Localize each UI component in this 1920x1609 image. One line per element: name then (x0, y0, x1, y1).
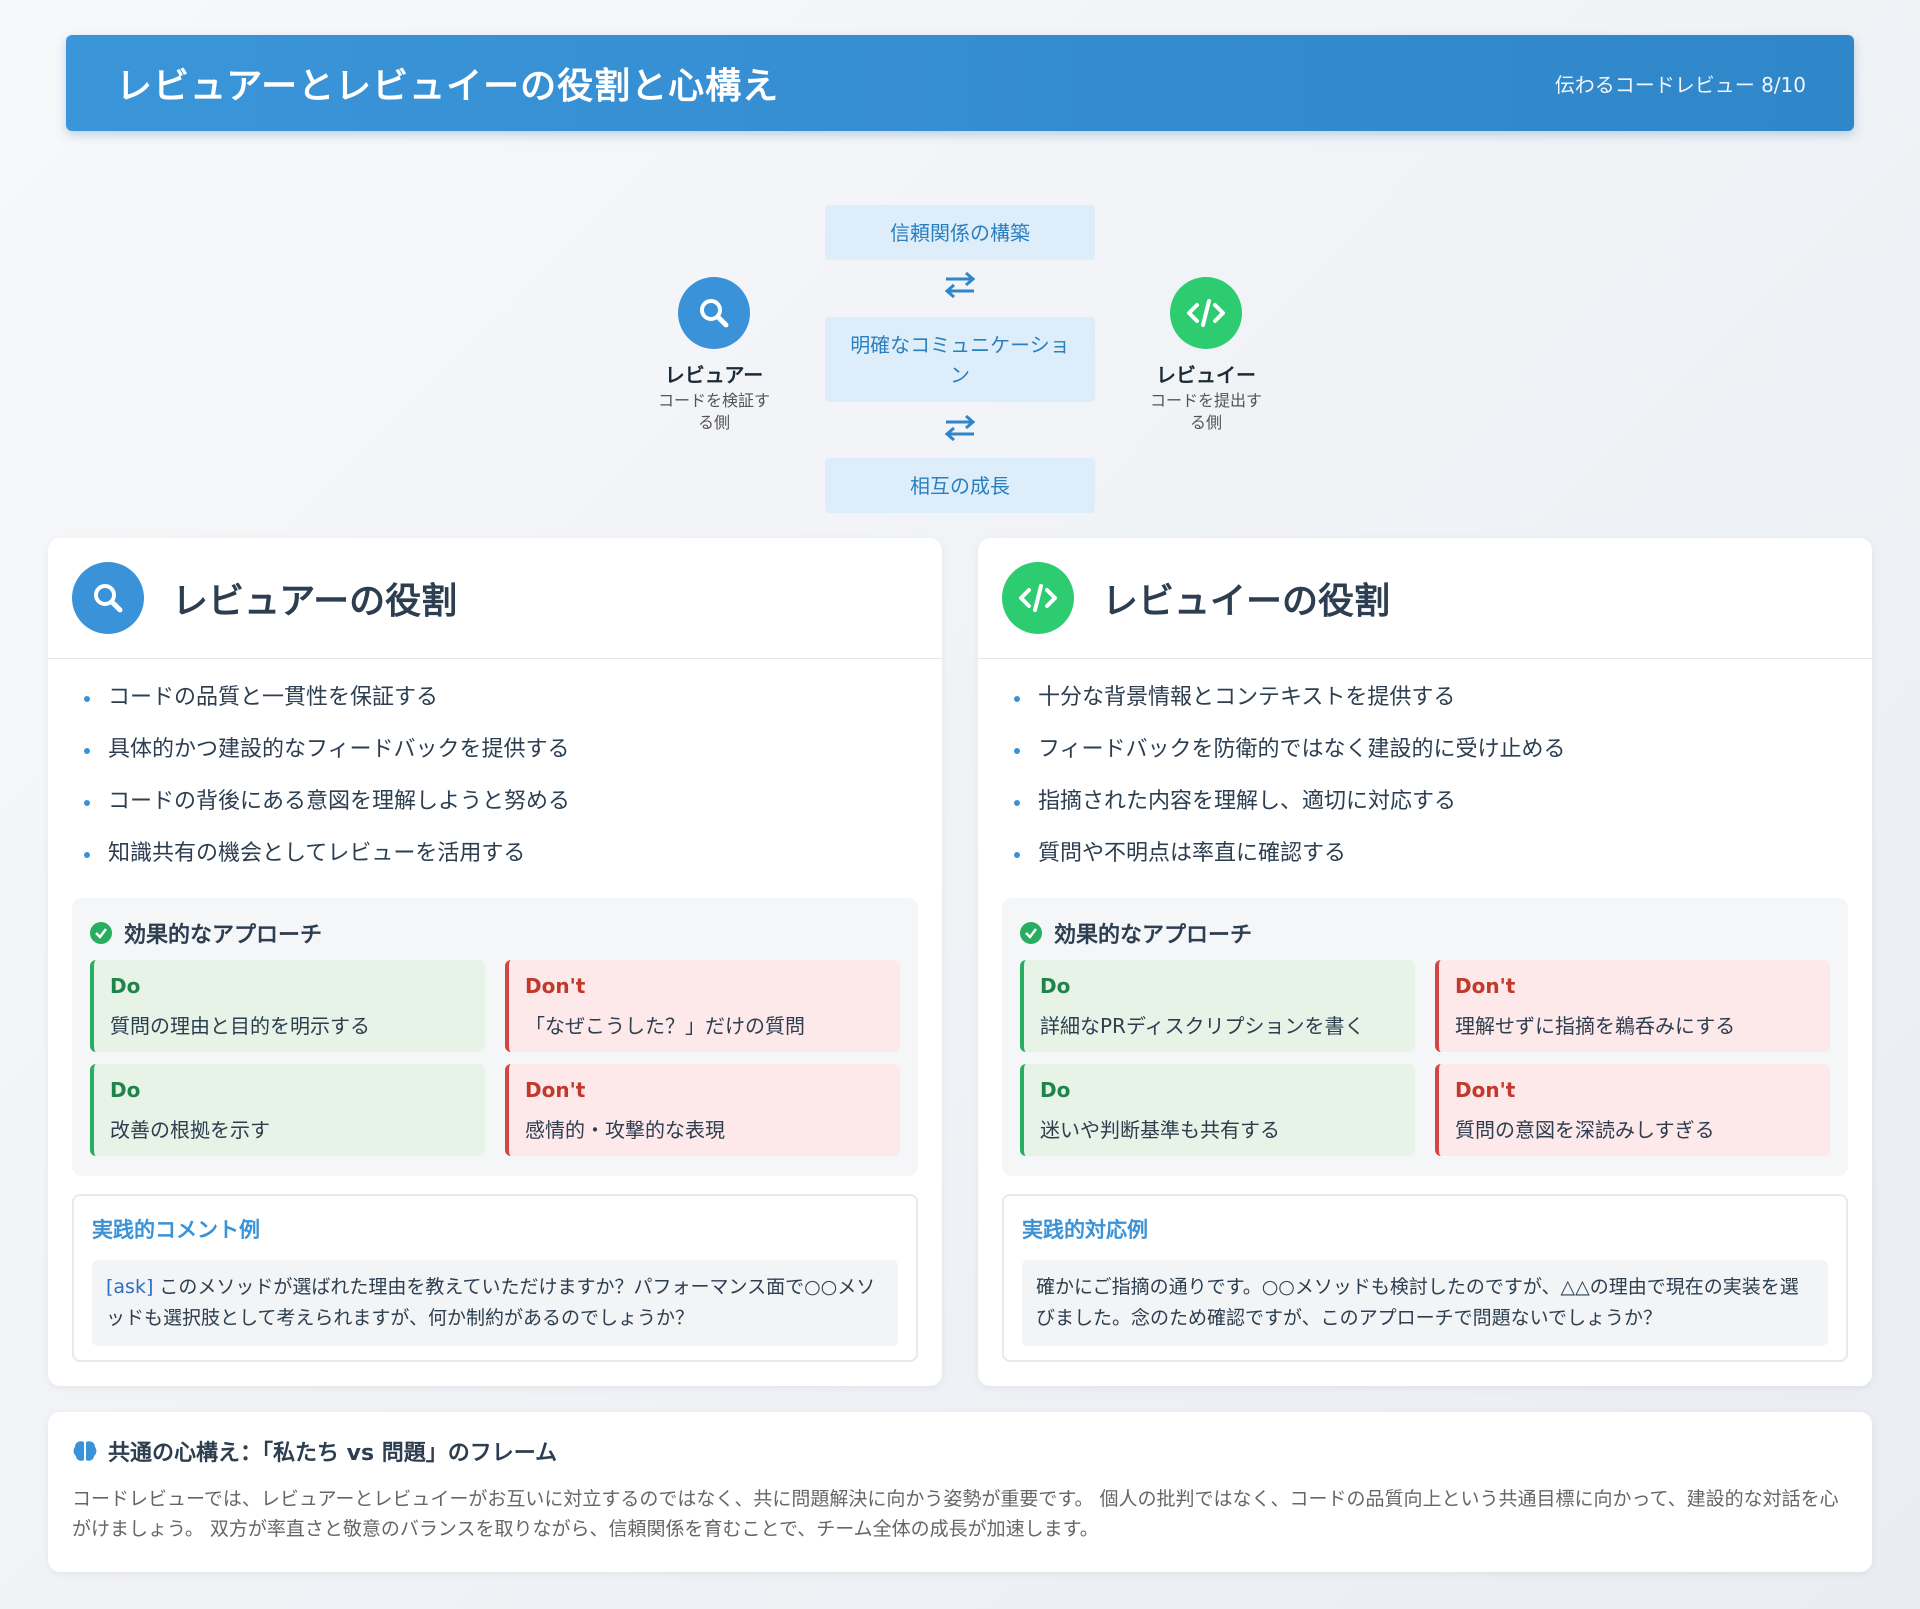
reviewee-name: レビュイー (1156, 363, 1256, 387)
do-card: Do 質問の理由と目的を明示する (90, 960, 485, 1052)
example-title: 実践的コメント例 (92, 1218, 260, 1242)
list-item: コードの背後にある意図を理解しようと努める (84, 789, 942, 841)
list-item: 指摘された内容を理解し、適切に対応する (1014, 789, 1872, 841)
trust-pill: 信頼関係の構築 (825, 205, 1095, 260)
check-circle-icon (90, 922, 112, 944)
example-response: 確かにご指摘の通りです。○○メソッドも検討したのですが、△△の理由で現在の実装を… (1022, 1260, 1828, 1346)
check-circle-icon (1020, 922, 1042, 944)
exchange-arrows-icon (940, 413, 980, 443)
list-item: 質問や不明点は率直に確認する (1014, 841, 1872, 893)
do-card: Do 迷いや判断基準も共有する (1020, 1064, 1415, 1156)
list-item: コードの品質と一貫性を保証する (84, 685, 942, 737)
page-indicator: 伝わるコードレビュー 8/10 (1554, 72, 1806, 97)
reviewee-node: レビュイー コードを提出す る側 (1141, 277, 1271, 434)
reviewee-bullets: 十分な背景情報とコンテキストを提供する フィードバックを防衛的ではなく建設的に受… (978, 659, 1872, 893)
header-banner: レビュアーとレビュイーの役割と心構え 伝わるコードレビュー 8/10 (66, 35, 1854, 131)
dont-card: Don't 感情的・攻撃的な表現 (505, 1064, 900, 1156)
reviewee-card-title: レビュイーの役割 (1102, 581, 1391, 622)
dont-card: Don't 「なぜこうした？」だけの質問 (505, 960, 900, 1052)
reviewer-approach-panel: 効果的なアプローチ Do 質問の理由と目的を明示する Don't 「なぜこうした… (72, 898, 918, 1176)
reviewee-card: レビュイーの役割 十分な背景情報とコンテキストを提供する フィードバックを防衛的… (978, 538, 1872, 1386)
reviewer-name: レビュアー (664, 363, 764, 387)
code-icon (1002, 562, 1074, 634)
reviewer-node: レビュアー コードを検証す る側 (649, 277, 779, 434)
example-comment: [ask] このメソッドが選ばれた理由を教えていただけますか？パフォーマンス面で… (92, 1260, 898, 1346)
reviewer-card: レビュアーの役割 コードの品質と一貫性を保証する 具体的かつ建設的なフィードバッ… (48, 538, 942, 1386)
example-title: 実践的対応例 (1022, 1218, 1148, 1242)
reviewer-card-title: レビュアーの役割 (172, 581, 458, 622)
reviewer-example: 実践的コメント例 [ask] このメソッドが選ばれた理由を教えていただけますか？… (72, 1194, 918, 1362)
reviewer-bullets: コードの品質と一貫性を保証する 具体的かつ建設的なフィードバックを提供する コー… (48, 659, 942, 893)
communication-pill: 明確なコミュニケーション (825, 317, 1095, 402)
list-item: フィードバックを防衛的ではなく建設的に受け止める (1014, 737, 1872, 789)
exchange-arrows-icon (940, 270, 980, 300)
do-card: Do 詳細なPRディスクリプションを書く (1020, 960, 1415, 1052)
reviewee-desc: コードを提出す る側 (1149, 391, 1262, 432)
reviewee-approach-panel: 効果的なアプローチ Do 詳細なPRディスクリプションを書く Don't 理解せ… (1002, 898, 1848, 1176)
brain-icon (72, 1439, 98, 1463)
dont-card: Don't 質問の意図を深読みしすぎる (1435, 1064, 1830, 1156)
common-mindset-panel: 共通の心構え：「私たち vs 問題」のフレーム コードレビューでは、レビュアーと… (48, 1412, 1872, 1572)
dont-card: Don't 理解せずに指摘を鵜呑みにする (1435, 960, 1830, 1052)
reviewer-card-header: レビュアーの役割 (48, 538, 942, 659)
code-icon (1170, 277, 1242, 349)
list-item: 知識共有の機会としてレビューを活用する (84, 841, 942, 893)
do-card: Do 改善の根拠を示す (90, 1064, 485, 1156)
reviewee-example: 実践的対応例 確かにご指摘の通りです。○○メソッドも検討したのですが、△△の理由… (1002, 1194, 1848, 1362)
ask-tag: [ask] (106, 1276, 154, 1298)
approach-heading: 効果的なアプローチ (1020, 918, 1830, 948)
footer-body: コードレビューでは、レビュアーとレビュイーがお互いに対立するのではなく、共に問題… (72, 1488, 1839, 1540)
growth-pill: 相互の成長 (825, 458, 1095, 513)
list-item: 十分な背景情報とコンテキストを提供する (1014, 685, 1872, 737)
approach-heading: 効果的なアプローチ (90, 918, 900, 948)
list-item: 具体的かつ建設的なフィードバックを提供する (84, 737, 942, 789)
search-icon (72, 562, 144, 634)
footer-heading: 共通の心構え：「私たち vs 問題」のフレーム (72, 1436, 1848, 1466)
reviewer-desc: コードを検証す る側 (657, 391, 770, 432)
reviewee-card-header: レビュイーの役割 (978, 538, 1872, 659)
page-title: レビュアーとレビュイーの役割と心構え (116, 66, 780, 107)
search-icon (678, 277, 750, 349)
